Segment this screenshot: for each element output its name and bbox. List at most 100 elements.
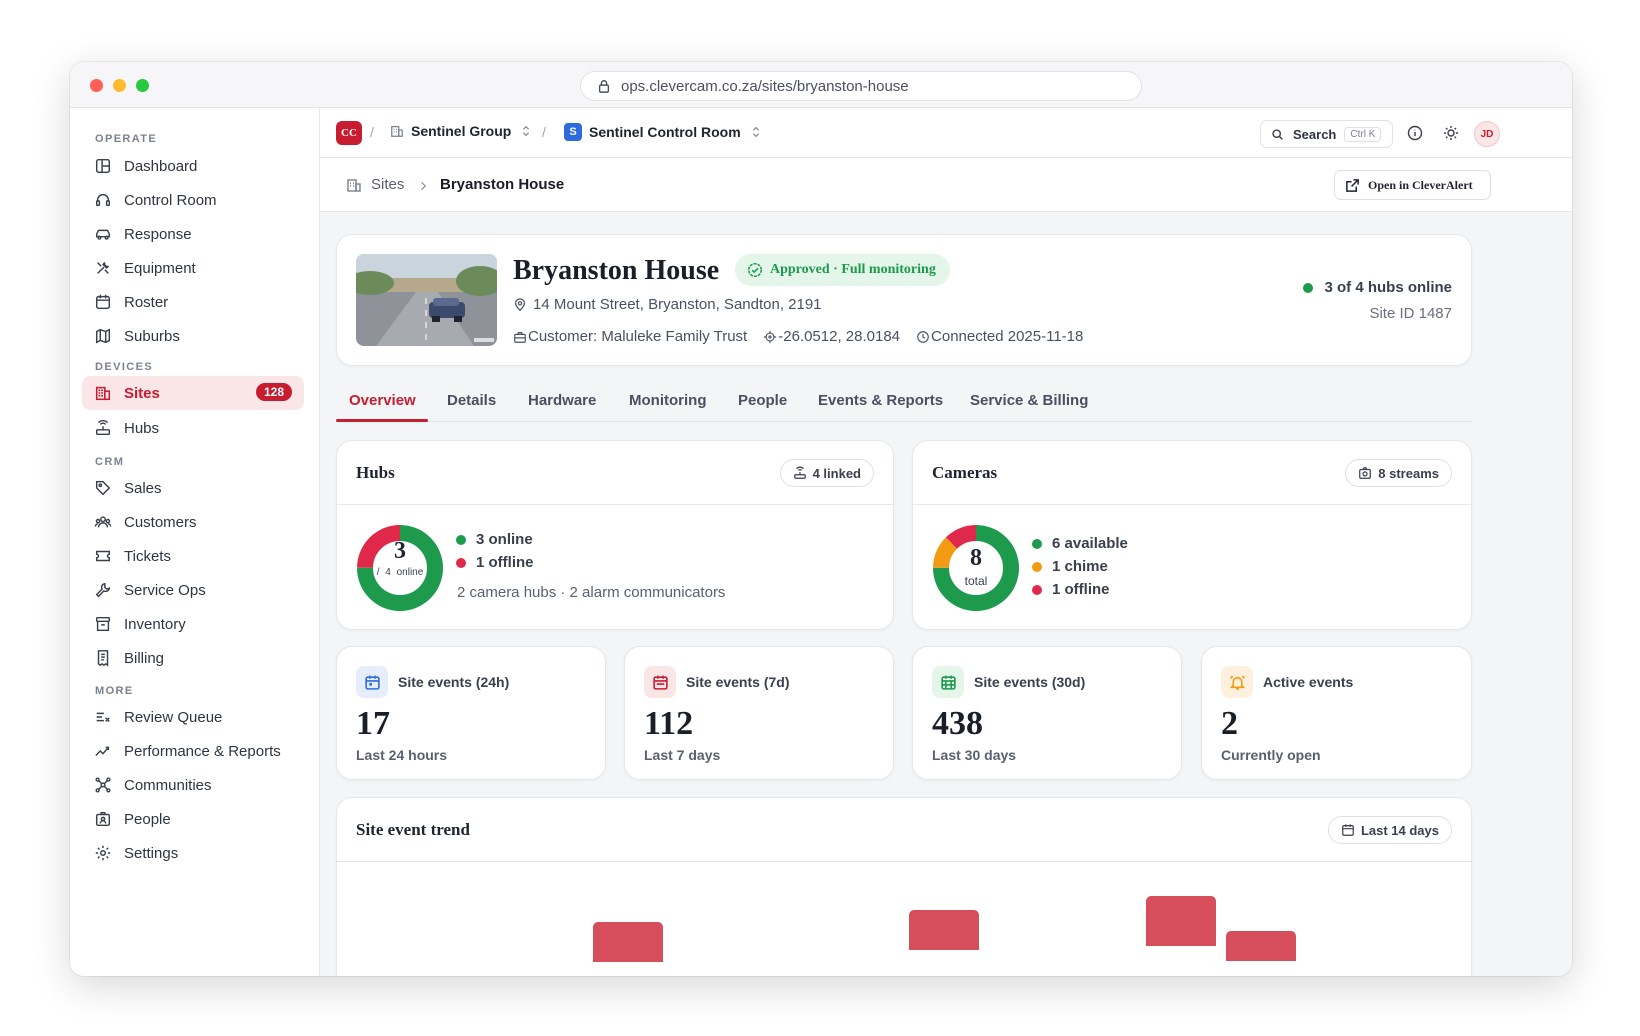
sidebar-item-label: Equipment <box>124 259 196 277</box>
legend-dot <box>456 534 466 545</box>
dashboard-icon <box>95 158 111 174</box>
sidebar-item-hubs[interactable]: Hubs <box>82 411 304 445</box>
stat-value: 112 <box>644 705 694 742</box>
search-label: Search <box>1293 126 1337 142</box>
org-switcher[interactable]: Sentinel Group <box>390 123 533 139</box>
sidebar-item-suburbs[interactable]: Suburbs <box>82 319 304 353</box>
legend-online: 3 online <box>456 531 533 548</box>
info-icon <box>1407 125 1423 141</box>
tab-overview[interactable]: Overview <box>349 392 416 409</box>
user-avatar[interactable]: JD <box>1474 121 1500 147</box>
building-icon <box>347 179 361 192</box>
workspace-switcher[interactable]: S Sentinel Control Room <box>564 123 763 141</box>
external-link-icon <box>1346 178 1359 192</box>
tab-people[interactable]: People <box>738 392 787 409</box>
sidebar-item-review-queue[interactable]: Review Queue <box>82 700 304 734</box>
legend-dot <box>456 557 466 568</box>
sidebar-item-billing[interactable]: Billing <box>82 641 304 675</box>
calendar-grid-icon <box>940 675 956 690</box>
stat-card-events-7d[interactable]: Site events (7d) 112 Last 7 days <box>624 646 894 780</box>
stat-value: 2 <box>1221 705 1238 742</box>
chevron-updown-icon <box>523 125 530 137</box>
list-check-icon <box>96 712 110 723</box>
sidebar-item-customers[interactable]: Customers <box>82 505 304 539</box>
cameras-card-title: Cameras <box>932 463 998 482</box>
sidebar-item-settings[interactable]: Settings <box>82 836 304 870</box>
open-button-label: Open in CleverAlert <box>1368 177 1473 192</box>
stat-card-events-30d[interactable]: Site events (30d) 438 Last 30 days <box>912 646 1182 780</box>
sidebar-item-tickets[interactable]: Tickets <box>82 539 304 573</box>
url-text: ops.clevercam.co.za/sites/bryanston-hous… <box>621 77 909 95</box>
browser-window: ops.clevercam.co.za/sites/bryanston-hous… <box>70 62 1572 976</box>
map-icon <box>95 328 111 344</box>
cameras-donut-center: 8 total <box>932 524 1020 612</box>
camera-streams-chip[interactable]: 8 streams <box>1345 459 1452 487</box>
online-dot <box>1303 282 1314 293</box>
sidebar-item-sites[interactable]: Sites 128 <box>82 376 304 410</box>
cameras-center-label: total <box>964 574 988 588</box>
sidebar-item-label: Control Room <box>124 191 217 209</box>
org-logo[interactable]: CC <box>336 121 362 145</box>
site-meta: Customer: Maluleke Family Trust -26.0512… <box>513 328 1099 345</box>
workspace-name: Sentinel Control Room <box>589 124 741 140</box>
sidebar-item-sales[interactable]: Sales <box>82 471 304 505</box>
close-window-button[interactable] <box>90 79 103 92</box>
lock-icon <box>598 80 610 93</box>
clock-icon <box>917 330 929 343</box>
maximize-window-button[interactable] <box>136 79 149 92</box>
site-title: Bryanston House <box>513 255 720 286</box>
status-text: Approved · Full monitoring <box>770 262 936 277</box>
sidebar-item-service-ops[interactable]: Service Ops <box>82 573 304 607</box>
open-in-cleveralert-button[interactable]: Open in CleverAlert <box>1334 170 1491 200</box>
info-button[interactable] <box>1404 122 1426 144</box>
calendar-icon <box>95 294 111 310</box>
sidebar-item-equipment[interactable]: Equipment <box>82 251 304 285</box>
section-label-crm: CRM <box>95 456 125 468</box>
sidebar-item-inventory[interactable]: Inventory <box>82 607 304 641</box>
hubs-card-header: Hubs 4 linked <box>337 441 893 505</box>
site-camera-thumbnail[interactable] <box>356 254 497 346</box>
sun-icon <box>1444 126 1458 140</box>
sidebar-item-response[interactable]: Response <box>82 217 304 251</box>
badge-check-icon <box>747 262 763 278</box>
network-icon <box>95 777 111 793</box>
cameras-center-number: 8 <box>970 545 982 571</box>
sidebar-item-control-room[interactable]: Control Room <box>82 183 304 217</box>
minimize-window-button[interactable] <box>113 79 126 92</box>
trend-range-chip[interactable]: Last 14 days <box>1327 816 1452 844</box>
sidebar-item-people[interactable]: People <box>82 802 304 836</box>
legend-text: 1 chime <box>1052 558 1108 575</box>
stat-subtext: Last 24 hours <box>356 747 448 763</box>
tab-monitoring[interactable]: Monitoring <box>629 392 706 409</box>
sidebar: OPERATE Dashboard Control Room Response … <box>70 108 320 976</box>
stat-card-active-events[interactable]: Active events 2 Currently open <box>1201 646 1472 780</box>
section-label-operate: OPERATE <box>95 133 158 145</box>
tools-icon <box>97 262 109 274</box>
tab-events-reports[interactable]: Events & Reports <box>818 392 943 409</box>
tab-details[interactable]: Details <box>447 392 496 409</box>
workspace-logo: S <box>564 123 582 141</box>
search-button[interactable]: Search Ctrl K <box>1260 120 1393 148</box>
address-bar[interactable]: ops.clevercam.co.za/sites/bryanston-hous… <box>580 71 1142 101</box>
stat-subtext: Last 30 days <box>932 747 1017 763</box>
stat-label: Site events (7d) <box>686 674 790 690</box>
breadcrumb: Sites Bryanston House Open in CleverAler… <box>320 158 1572 212</box>
receipt-icon <box>97 650 109 667</box>
headset-icon <box>95 193 111 207</box>
locate-icon <box>764 330 777 343</box>
hubs-online-indicator: 3 of 4 hubs online <box>1303 279 1452 296</box>
chevron-updown-icon <box>752 126 759 138</box>
trend-card-header: Site event trend Last 14 days <box>337 798 1471 862</box>
tab-hardware[interactable]: Hardware <box>528 392 596 409</box>
sidebar-item-communities[interactable]: Communities <box>82 768 304 802</box>
tab-service-billing[interactable]: Service & Billing <box>970 392 1088 409</box>
breadcrumb-current: Bryanston House <box>440 176 565 193</box>
theme-toggle-button[interactable] <box>1440 122 1462 144</box>
sidebar-item-dashboard[interactable]: Dashboard <box>82 149 304 183</box>
sidebar-item-roster[interactable]: Roster <box>82 285 304 319</box>
sidebar-item-performance-reports[interactable]: Performance & Reports <box>82 734 304 768</box>
breadcrumb-sites-link[interactable]: Sites <box>371 176 404 193</box>
hubs-linked-chip[interactable]: 4 linked <box>779 459 874 487</box>
sidebar-item-label: Sites <box>124 384 160 402</box>
stat-card-events-24h[interactable]: Site events (24h) 17 Last 24 hours <box>336 646 606 780</box>
